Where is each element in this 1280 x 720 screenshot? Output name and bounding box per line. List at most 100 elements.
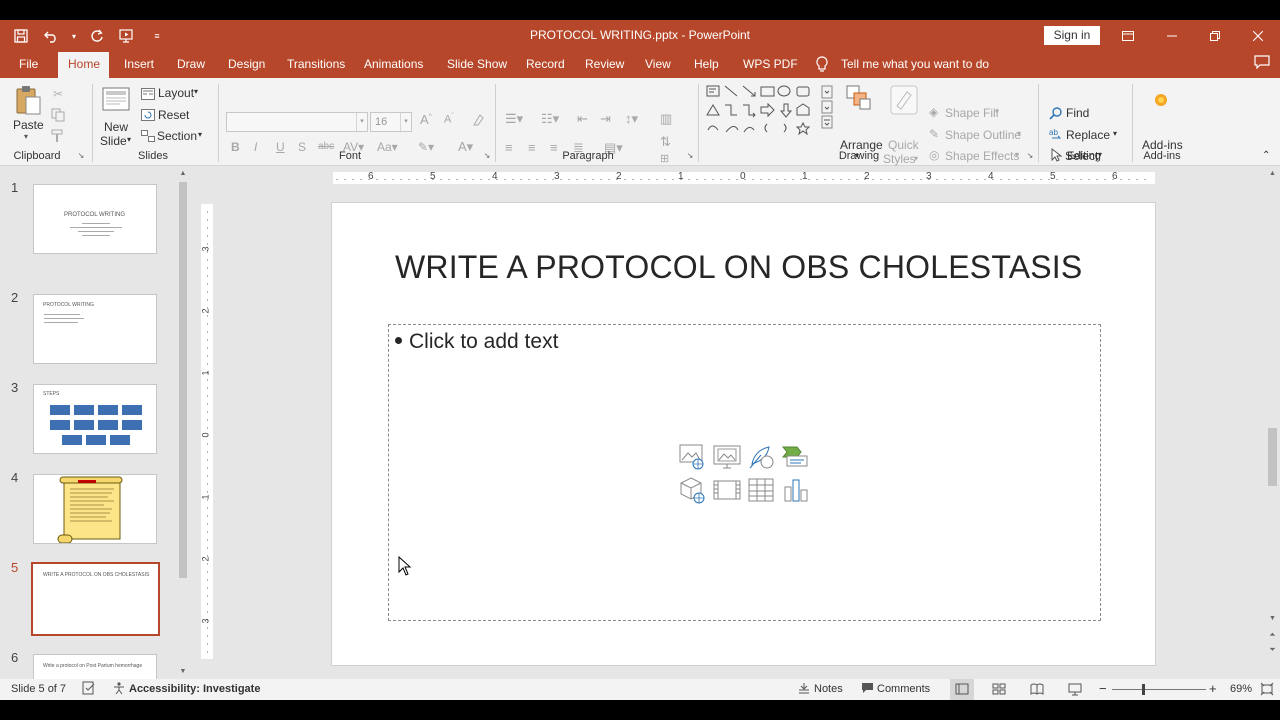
slide-thumbnail-2[interactable]: PROTOCOL WRITING bbox=[33, 294, 157, 364]
arrange-icon[interactable] bbox=[845, 84, 873, 112]
text-direction-icon[interactable]: ⇅ bbox=[660, 134, 671, 150]
numbering-icon[interactable]: ☷▾ bbox=[541, 111, 559, 127]
new-slide-label-2[interactable]: Slide bbox=[100, 134, 127, 148]
insert-picture-icon[interactable] bbox=[713, 442, 741, 470]
tab-file[interactable]: File bbox=[9, 52, 48, 78]
slide-thumbnail-3[interactable]: STEPS bbox=[33, 384, 157, 454]
slide-thumbnail-1[interactable]: PROTOCOL WRITING bbox=[33, 184, 157, 254]
editor-scrollbar[interactable]: ▲ ▼ ⏶ ⏷ bbox=[1265, 166, 1280, 679]
comments-icon[interactable] bbox=[861, 682, 874, 697]
restore-icon[interactable] bbox=[1193, 20, 1237, 52]
tab-transitions[interactable]: Transitions bbox=[277, 52, 355, 78]
thumbnail-scrollbar[interactable]: ▲ ▼ bbox=[176, 166, 190, 679]
slide-thumbnail-4[interactable] bbox=[33, 474, 157, 544]
shape-fill-icon[interactable]: ◈ bbox=[929, 105, 938, 119]
previous-slide-icon[interactable]: ⏶ bbox=[1265, 629, 1280, 641]
change-case-icon[interactable]: Aa▾ bbox=[377, 140, 398, 154]
insert-3d-model-icon[interactable] bbox=[679, 476, 707, 504]
tab-view[interactable]: View bbox=[635, 52, 681, 78]
insert-smartart-icon[interactable] bbox=[781, 442, 809, 470]
minimize-icon[interactable] bbox=[1150, 20, 1194, 52]
cut-icon[interactable]: ✂ bbox=[50, 86, 66, 102]
scroll-down-icon[interactable]: ▼ bbox=[176, 666, 190, 676]
next-slide-icon[interactable]: ⏷ bbox=[1265, 644, 1280, 656]
fit-slide-icon[interactable] bbox=[1260, 682, 1274, 699]
tab-record[interactable]: Record bbox=[516, 52, 575, 78]
insert-table-icon[interactable] bbox=[747, 476, 775, 504]
copy-icon[interactable] bbox=[50, 107, 66, 123]
sign-in-button[interactable]: Sign in bbox=[1044, 26, 1100, 45]
slide-thumbnail-6[interactable]: Write a protocol on Post Partum hemorrha… bbox=[33, 654, 157, 679]
align-right-icon[interactable]: ≡ bbox=[550, 140, 558, 155]
tab-help[interactable]: Help bbox=[684, 52, 729, 78]
tab-home[interactable]: Home bbox=[58, 52, 109, 78]
close-icon[interactable] bbox=[1236, 20, 1280, 52]
font-size-combo[interactable]: 16 ▾ bbox=[370, 112, 412, 132]
reset-button[interactable]: Reset bbox=[158, 108, 189, 122]
layout-icon[interactable] bbox=[140, 86, 156, 102]
ribbon-display-options-icon[interactable] bbox=[1106, 20, 1150, 52]
italic-icon[interactable]: I bbox=[254, 140, 257, 154]
new-slide-icon[interactable] bbox=[102, 84, 130, 114]
underline-icon[interactable]: U bbox=[276, 140, 285, 154]
smartart-icon[interactable]: ⊞ bbox=[660, 152, 669, 165]
shape-fill-dropdown-icon[interactable]: ▾ bbox=[995, 107, 999, 116]
accessibility-status[interactable]: Accessibility: Investigate bbox=[129, 683, 260, 695]
slide-thumbnail-5[interactable]: WRITE A PROTOCOL ON OBS CHOLESTASIS bbox=[31, 562, 160, 636]
comments-pane-icon[interactable] bbox=[1240, 49, 1280, 75]
drawing-launcher-icon[interactable]: ↘ bbox=[1025, 150, 1035, 160]
accessibility-icon[interactable] bbox=[112, 681, 126, 698]
insert-chart-icon[interactable] bbox=[781, 476, 809, 504]
undo-dropdown-icon[interactable]: ▾ bbox=[70, 25, 78, 47]
scrollbar-thumb[interactable] bbox=[179, 182, 187, 578]
zoom-in-icon[interactable]: + bbox=[1209, 681, 1217, 696]
zoom-out-icon[interactable]: − bbox=[1099, 681, 1107, 696]
slide-title[interactable]: WRITE A PROTOCOL ON OBS CHOLESTASIS bbox=[395, 249, 1082, 286]
scrollbar-thumb[interactable] bbox=[1268, 428, 1277, 486]
replace-button[interactable]: Replace bbox=[1066, 128, 1110, 142]
notes-button[interactable]: Notes bbox=[814, 683, 843, 695]
text-shadow-icon[interactable]: S bbox=[298, 140, 306, 154]
tab-animations[interactable]: Animations bbox=[354, 52, 433, 78]
decrease-font-size-icon[interactable]: Aˇ bbox=[444, 113, 454, 126]
save-icon[interactable] bbox=[10, 25, 32, 47]
font-color-icon[interactable]: A▾ bbox=[458, 139, 473, 155]
zoom-slider-track[interactable] bbox=[1112, 689, 1206, 690]
decrease-indent-icon[interactable]: ⇤ bbox=[577, 111, 588, 127]
slide-show-icon[interactable] bbox=[1068, 682, 1082, 699]
notes-icon[interactable] bbox=[798, 682, 810, 697]
shape-effects-icon[interactable]: ◎ bbox=[929, 148, 939, 162]
new-slide-dropdown-icon[interactable]: ▾ bbox=[127, 135, 131, 144]
quick-styles-icon[interactable] bbox=[889, 84, 919, 116]
layout-button[interactable]: Layout bbox=[158, 86, 194, 100]
clear-formatting-icon[interactable] bbox=[470, 112, 486, 128]
tab-design[interactable]: Design bbox=[218, 52, 275, 78]
tab-review[interactable]: Review bbox=[575, 52, 634, 78]
zoom-slider-thumb[interactable] bbox=[1142, 684, 1145, 695]
section-dropdown-icon[interactable]: ▾ bbox=[198, 130, 202, 139]
scroll-up-icon[interactable]: ▲ bbox=[1265, 168, 1280, 178]
replace-dropdown-icon[interactable]: ▾ bbox=[1113, 129, 1117, 138]
zoom-level[interactable]: 69% bbox=[1230, 683, 1252, 695]
align-center-icon[interactable]: ≡ bbox=[528, 140, 536, 155]
slide-canvas[interactable]: WRITE A PROTOCOL ON OBS CHOLESTASIS Clic… bbox=[331, 202, 1156, 666]
quick-styles-dropdown-icon[interactable]: ▾ bbox=[914, 154, 918, 163]
undo-icon[interactable] bbox=[40, 25, 62, 47]
format-painter-icon[interactable] bbox=[50, 128, 66, 144]
insert-stock-images-icon[interactable] bbox=[679, 442, 707, 470]
layout-dropdown-icon[interactable]: ▾ bbox=[194, 87, 198, 96]
section-icon[interactable] bbox=[140, 128, 156, 144]
replace-icon[interactable]: ab bbox=[1048, 126, 1064, 142]
find-icon[interactable] bbox=[1048, 105, 1064, 121]
clipboard-launcher-icon[interactable]: ↘ bbox=[76, 150, 86, 160]
tab-draw[interactable]: Draw bbox=[167, 52, 215, 78]
align-left-icon[interactable]: ≡ bbox=[505, 140, 513, 155]
increase-font-size-icon[interactable]: A^ bbox=[420, 112, 432, 127]
content-placeholder[interactable]: Click to add text bbox=[388, 324, 1101, 621]
new-slide-label-1[interactable]: New bbox=[104, 120, 128, 134]
line-spacing-icon[interactable]: ↕▾ bbox=[625, 111, 638, 127]
quick-styles-label-2[interactable]: Styles bbox=[883, 152, 916, 166]
placeholder-text[interactable]: Click to add text bbox=[409, 330, 558, 354]
increase-indent-icon[interactable]: ⇥ bbox=[600, 111, 611, 127]
tab-slide-show[interactable]: Slide Show bbox=[437, 52, 517, 78]
